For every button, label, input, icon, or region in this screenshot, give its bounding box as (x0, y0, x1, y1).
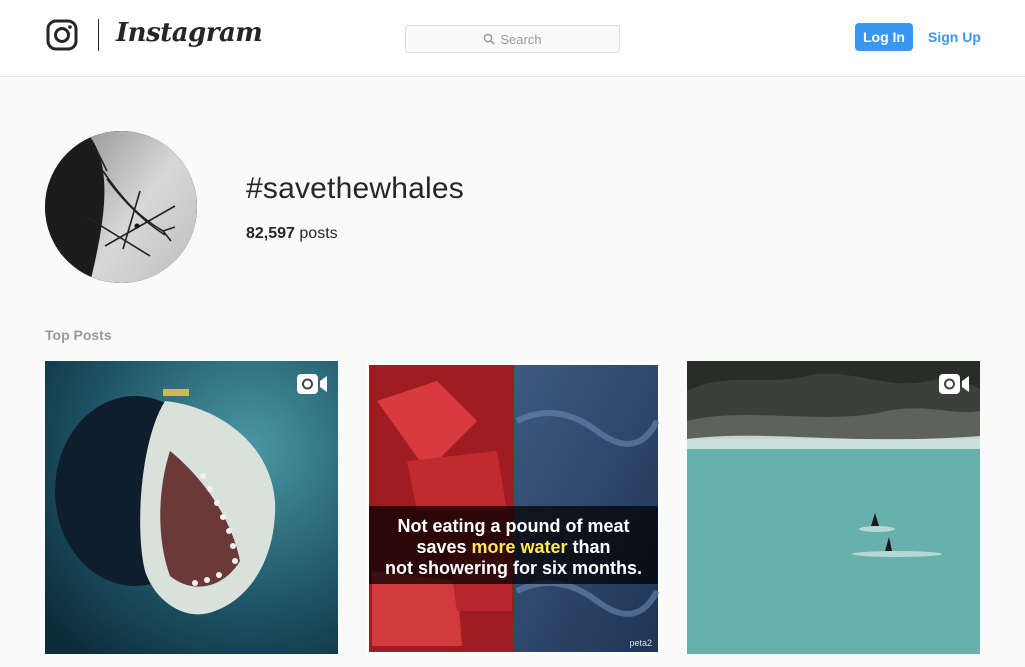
peta2-watermark: peta2 (629, 638, 652, 648)
video-camera-icon (939, 374, 969, 394)
caption-line: Not eating a pound of meat (397, 516, 630, 536)
post-image (687, 361, 980, 654)
search-input[interactable]: Search (405, 25, 620, 53)
top-navigation-bar: Instagram Search Log In Sign Up (0, 0, 1025, 77)
post-tile[interactable]: Not eating a pound of meat saves more wa… (367, 361, 660, 654)
post-tile[interactable] (687, 361, 980, 654)
sign-up-link[interactable]: Sign Up (928, 23, 981, 51)
hashtag-avatar-image (45, 131, 197, 283)
instagram-camera-icon[interactable] (46, 19, 78, 51)
video-camera-icon (297, 374, 327, 394)
post-tile[interactable] (45, 361, 338, 654)
caption-line: not showering for six months. (384, 558, 642, 578)
caption-text: saves (416, 537, 472, 557)
search-placeholder: Search (500, 31, 542, 47)
post-count-number: 82,597 (246, 225, 295, 242)
post-image (367, 361, 660, 654)
caption-line: saves more water than (367, 537, 660, 558)
post-caption-overlay: Not eating a pound of meat saves more wa… (367, 516, 660, 579)
hashtag-title: #savethewhales (246, 172, 464, 205)
post-count-suffix: posts (299, 225, 338, 242)
logo-divider (98, 19, 99, 51)
top-posts-label: Top Posts (45, 327, 112, 343)
search-icon (484, 33, 495, 45)
post-image (45, 361, 338, 654)
caption-text: than (567, 537, 611, 557)
log-in-button[interactable]: Log In (855, 23, 913, 51)
post-count: 82,597 posts (246, 225, 338, 243)
caption-highlight: more water (471, 537, 568, 557)
instagram-wordmark-logo[interactable]: Instagram (116, 18, 263, 48)
